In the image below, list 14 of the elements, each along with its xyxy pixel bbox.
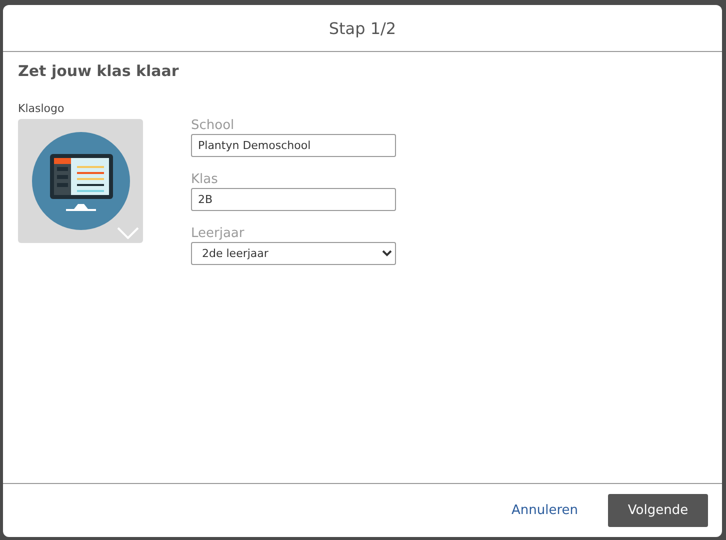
field-label: Klas — [191, 172, 219, 187]
input-field[interactable]: Plantyn Demoschool — [191, 134, 396, 157]
section-heading: Zet jouw klas klaar — [18, 62, 180, 80]
logo-tile[interactable] — [18, 119, 143, 243]
dialog-title: Stap 1/2 — [328, 18, 396, 38]
logo-label: Klaslogo — [18, 102, 66, 115]
next-button[interactable]: Volgende — [608, 494, 708, 527]
select-field[interactable]: 2de leerjaar — [191, 242, 396, 265]
field-label: Leerjaar — [191, 226, 246, 241]
monitor-icon — [32, 132, 130, 230]
cancel-link[interactable]: Annuleren — [511, 503, 578, 518]
chevron-down-icon — [117, 227, 139, 239]
input-field[interactable]: 2B — [191, 188, 396, 211]
field-label: School — [191, 118, 236, 133]
